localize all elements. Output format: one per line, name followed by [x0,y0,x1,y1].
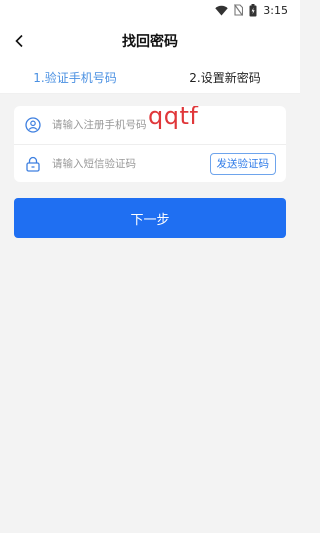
back-button[interactable] [8,29,32,53]
battery-icon [249,3,257,17]
status-bar: 3:15 [0,0,300,20]
app-bar: 找回密码 [0,20,300,62]
send-code-button[interactable]: 发送验证码 [209,152,276,175]
next-button[interactable]: 下一步 [14,198,286,238]
form-card: qqtf 发送验证码 [14,106,286,182]
lock-icon [24,155,42,173]
step-indicator: 1.验证手机号码 2.设置新密码 [0,62,300,94]
phone-input[interactable] [52,119,276,131]
status-time: 3:15 [263,3,288,17]
wifi-icon [215,5,228,16]
code-row: 发送验证码 [14,144,286,182]
page-title: 找回密码 [122,34,178,50]
chevron-left-icon [15,34,23,48]
phone-row: qqtf [14,106,286,144]
code-input[interactable] [52,157,210,170]
no-sim-icon [234,4,244,16]
step-set-password: 2.设置新密码 [189,71,261,85]
step-verify-phone: 1.验证手机号码 [33,71,117,85]
user-icon [24,116,42,134]
